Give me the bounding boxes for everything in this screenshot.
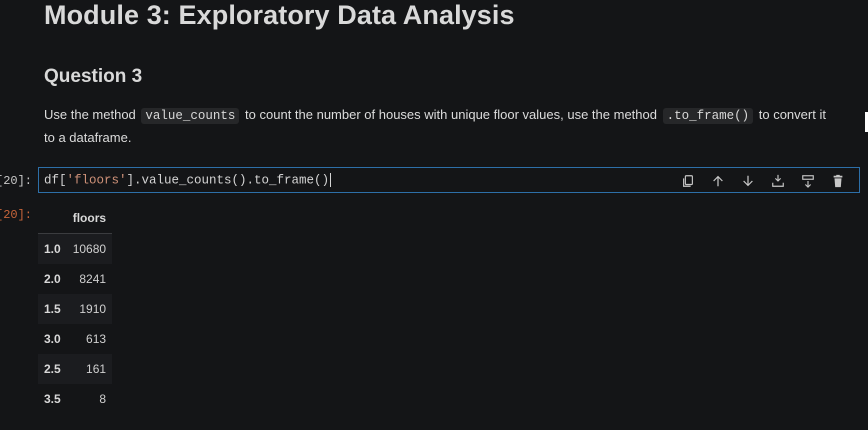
output-prompt: [20]: [0, 208, 33, 222]
inline-code: value_counts [141, 108, 240, 124]
row-value: 161 [86, 362, 107, 376]
code-cell[interactable]: df['floors'].value_counts().to_frame() [38, 167, 860, 193]
table-row: 1.5 1910 [38, 294, 113, 324]
dataframe-output: floors 1.0 10680 2.0 8241 1.5 1910 3.0 6… [38, 203, 113, 414]
insert-above-icon[interactable] [763, 172, 793, 190]
table-row: 3.5 8 [38, 384, 113, 414]
row-value: 8241 [79, 272, 107, 286]
arrow-down-icon[interactable] [733, 172, 763, 190]
code-token: ].value_counts().to_frame() [126, 173, 330, 188]
row-value: 8 [99, 392, 107, 406]
table-header-row: floors [38, 203, 113, 234]
code-string-token: 'floors' [66, 173, 127, 188]
para-text: to count the number of houses with uniqu… [245, 107, 657, 122]
table-row: 2.0 8241 [38, 264, 113, 294]
arrow-up-icon[interactable] [703, 172, 733, 190]
markdown-paragraph: Use the method value_counts to count the… [44, 104, 834, 149]
index-header [38, 203, 67, 234]
cell-toolbar [673, 172, 853, 190]
row-index: 2.5 [44, 362, 61, 376]
code-editor[interactable]: df['floors'].value_counts().to_frame() [44, 173, 332, 188]
text-cursor [330, 173, 332, 187]
column-header: floors [66, 203, 113, 234]
row-index: 2.0 [44, 272, 61, 286]
row-index: 3.0 [44, 332, 61, 346]
input-prompt: [20]: [0, 174, 33, 188]
code-token: df[ [44, 173, 67, 188]
row-value: 1910 [79, 302, 107, 316]
row-value: 10680 [72, 242, 107, 256]
inline-code: .to_frame() [662, 108, 754, 124]
table-row: 1.0 10680 [38, 233, 113, 264]
insert-below-icon[interactable] [793, 172, 823, 190]
row-index: 1.0 [44, 242, 61, 256]
row-value: 613 [86, 332, 107, 346]
copy-icon[interactable] [673, 172, 703, 190]
row-index: 3.5 [44, 392, 61, 406]
markdown-subtitle: Question 3 [44, 66, 143, 87]
table-row: 3.0 613 [38, 324, 113, 354]
para-text: Use the method [44, 107, 136, 122]
trash-icon[interactable] [823, 172, 853, 190]
table-row: 2.5 161 [38, 354, 113, 384]
markdown-title: Module 3: Exploratory Data Analysis [44, 0, 515, 30]
row-index: 1.5 [44, 302, 61, 316]
